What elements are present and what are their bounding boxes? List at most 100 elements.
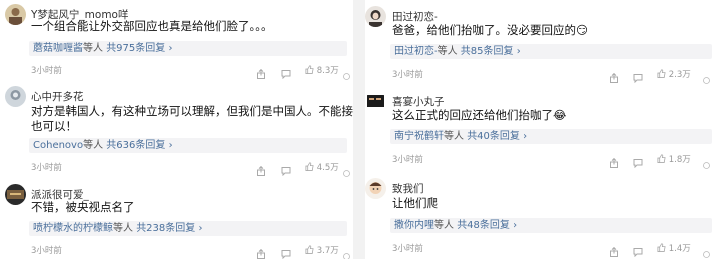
timestamp: 3小时前 <box>31 163 62 173</box>
reply-mid-text: 等人 <box>437 46 458 57</box>
like-counter[interactable]: 3.7万 <box>305 244 339 257</box>
thumbs-up-icon <box>657 68 666 81</box>
chevron-right-icon: › <box>168 43 173 54</box>
reply-mid-text: 等人 <box>434 220 454 231</box>
more-icon[interactable] <box>343 65 350 84</box>
comment-text: 这么正式的回应还给他们抬咖了😂 <box>392 108 566 123</box>
like-counter[interactable]: 4.5万 <box>305 161 339 174</box>
comment-text: 让他们爬 <box>392 196 438 210</box>
reply-count-link[interactable]: 共40条回复 <box>467 131 520 142</box>
avatar[interactable] <box>5 4 26 25</box>
reply-count-link[interactable]: 共238条回复 <box>136 223 195 234</box>
timestamp: 3小时前 <box>392 70 423 80</box>
thumbs-up-icon <box>657 153 666 166</box>
panel-divider <box>353 0 365 259</box>
comment-icon[interactable] <box>281 161 291 180</box>
smirk-emoji-icon: 😏 <box>576 23 588 37</box>
share-icon[interactable] <box>609 242 619 259</box>
comment-text: 也可以！ <box>31 119 77 133</box>
more-icon[interactable] <box>343 245 350 259</box>
comment-text: 爸爸，给他们抬咖了。没必要回应的😏 <box>392 23 588 38</box>
more-icon[interactable] <box>703 154 710 173</box>
reply-count-link[interactable]: 共636条回复 <box>106 140 165 151</box>
reply-mid-text: 等人 <box>83 43 103 54</box>
like-count: 3.7万 <box>316 246 339 256</box>
timestamp: 3小时前 <box>31 66 62 76</box>
username[interactable]: 喜宴小丸子 <box>392 94 445 109</box>
comment-icon[interactable] <box>633 153 643 172</box>
like-counter[interactable]: 8.3万 <box>305 64 339 77</box>
right-screenshot-panel: 田过初恋- 爸爸，给他们抬咖了。没必要回应的😏 田过初恋-等人 共85条回复 ›… <box>365 0 720 259</box>
reply-summary[interactable]: 蘑菇咖喱酱等人 共975条回复 › <box>29 41 347 56</box>
avatar[interactable] <box>5 86 26 107</box>
share-icon[interactable] <box>609 153 619 172</box>
thumbs-up-icon <box>305 64 314 77</box>
comment-icon[interactable] <box>281 244 291 259</box>
comment-icon[interactable] <box>281 64 291 83</box>
comment-text: 一个组合能让外交部回应也真是给他们脸了。。。 <box>31 19 273 33</box>
comment-icon[interactable] <box>633 242 643 259</box>
like-count: 1.4万 <box>668 244 691 254</box>
avatar[interactable] <box>365 178 386 199</box>
like-count: 1.8万 <box>668 155 691 165</box>
chevron-right-icon: › <box>198 223 203 234</box>
timestamp: 3小时前 <box>392 155 423 165</box>
reply-user-link[interactable]: 撒你内哩 <box>394 220 434 231</box>
timestamp: 3小时前 <box>392 244 423 254</box>
comment-item: 派派很可爱_ 不错，被央视点名了 喷柠檬水的柠檬鲸等人 共238条回复 › 3小… <box>0 184 353 259</box>
comment-item: 喜宴小丸子 这么正式的回应还给他们抬咖了😂 南宁祝鹤轩等人 共40条回复 › 3… <box>365 91 720 169</box>
like-count: 2.3万 <box>668 70 691 80</box>
comment-item: 致我们 让他们爬 撒你内哩等人 共48条回复 › 3小时前 1.4万 <box>365 178 720 259</box>
reply-mid-text: 等人 <box>113 223 133 234</box>
like-count: 4.5万 <box>316 163 339 173</box>
left-screenshot-panel: Y梦起风宁_momo咩 一个组合能让外交部回应也真是给他们脸了。。。 蘑菇咖喱酱… <box>0 0 411 259</box>
chevron-right-icon: › <box>516 46 521 57</box>
reply-summary[interactable]: Cohenovo等人 共636条回复 › <box>29 138 347 153</box>
reply-summary[interactable]: 喷柠檬水的柠檬鲸等人 共238条回复 › <box>29 221 347 236</box>
reply-user-link[interactable]: 田过初恋- <box>394 46 438 57</box>
thumbs-up-icon <box>657 242 666 255</box>
like-counter[interactable]: 1.8万 <box>657 153 691 166</box>
share-icon[interactable] <box>609 68 619 87</box>
reply-count-link[interactable]: 共48条回复 <box>457 220 510 231</box>
timestamp: 3小时前 <box>31 246 62 256</box>
comment-text: 不错，被央视点名了 <box>31 200 135 214</box>
comment-text-content: 爸爸，给他们抬咖了。没必要回应的 <box>392 23 576 37</box>
reply-mid-text: 等人 <box>83 140 104 151</box>
username[interactable]: 心中开多花 <box>31 89 84 104</box>
thumbs-up-icon <box>305 244 314 257</box>
reply-user-link[interactable]: Cohenovo <box>33 140 83 151</box>
like-count: 8.3万 <box>316 66 339 76</box>
chevron-right-icon: › <box>523 131 528 142</box>
more-icon[interactable] <box>703 69 710 88</box>
share-icon[interactable] <box>256 244 266 259</box>
reply-count-link[interactable]: 共975条回复 <box>106 43 165 54</box>
thumbs-up-icon <box>305 161 314 174</box>
username[interactable]: 田过初恋- <box>392 9 438 24</box>
avatar[interactable] <box>365 91 386 112</box>
avatar[interactable] <box>5 184 26 205</box>
laughing-emoji-icon: 😂 <box>553 108 567 122</box>
reply-user-link[interactable]: 喷柠檬水的柠檬鲸 <box>33 223 113 234</box>
share-icon[interactable] <box>256 64 266 83</box>
reply-summary[interactable]: 撒你内哩等人 共48条回复 › <box>390 218 712 233</box>
comment-item: 田过初恋- 爸爸，给他们抬咖了。没必要回应的😏 田过初恋-等人 共85条回复 ›… <box>365 6 720 84</box>
reply-user-link[interactable]: 蘑菇咖喱酱 <box>33 43 83 54</box>
reply-summary[interactable]: 田过初恋-等人 共85条回复 › <box>390 44 712 59</box>
comment-icon[interactable] <box>633 68 643 87</box>
share-icon[interactable] <box>256 161 266 180</box>
like-counter[interactable]: 1.4万 <box>657 242 691 255</box>
reply-summary[interactable]: 南宁祝鹤轩等人 共40条回复 › <box>390 129 712 144</box>
more-icon[interactable] <box>703 243 710 259</box>
username[interactable]: 致我们 <box>392 181 424 196</box>
chevron-right-icon: › <box>168 140 173 151</box>
reply-count-link[interactable]: 共85条回复 <box>461 46 514 57</box>
comment-text-content: 这么正式的回应还给他们抬咖了 <box>392 108 553 122</box>
comment-item: Y梦起风宁_momo咩 一个组合能让外交部回应也真是给他们脸了。。。 蘑菇咖喱酱… <box>0 4 353 80</box>
comment-item: 心中开多花 对方是韩国人，有这种立场可以理解，但我们是中国人。不能接受这种立场 … <box>0 86 411 177</box>
chevron-right-icon: › <box>513 220 518 231</box>
reply-user-link[interactable]: 南宁祝鹤轩 <box>394 131 444 142</box>
more-icon[interactable] <box>343 162 350 181</box>
like-counter[interactable]: 2.3万 <box>657 68 691 81</box>
avatar[interactable] <box>365 6 386 27</box>
